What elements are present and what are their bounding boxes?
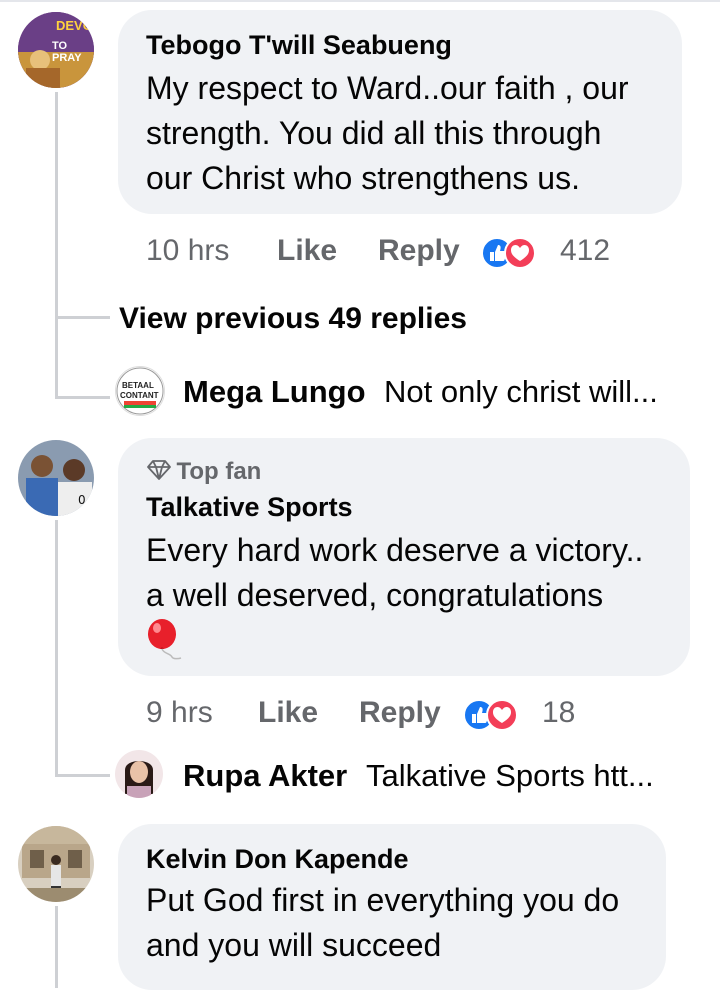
avatar-caption: BETAAL <box>122 381 154 390</box>
thread-branch <box>55 316 110 319</box>
comment-timestamp: 9 hrs <box>146 696 213 729</box>
comment-author[interactable]: Kelvin Don Kapende <box>146 844 409 875</box>
avatar[interactable] <box>18 826 94 902</box>
thread-branch <box>55 774 110 777</box>
view-previous-replies[interactable]: View previous 49 replies <box>119 302 467 336</box>
comment-text-line: Put God first in everything you do <box>146 882 620 918</box>
avatar-caption: DEVO <box>56 18 93 33</box>
reply-author[interactable]: Rupa Akter <box>183 758 347 794</box>
thread-line <box>55 92 58 399</box>
reply-avatar[interactable] <box>115 750 163 798</box>
like-button[interactable]: Like <box>258 696 318 730</box>
top-fan-label: Top fan <box>176 458 262 485</box>
comment-text-line: strength. You did all this through <box>146 115 602 151</box>
comment-author[interactable]: Talkative Sports <box>146 492 353 523</box>
comment-text-line: Every hard work deserve a victory.. <box>146 532 644 568</box>
reply-button[interactable]: Reply <box>378 234 460 268</box>
thread-branch <box>55 396 110 399</box>
avatar-image <box>18 826 94 902</box>
comment-text-line: our Christ who strengthens us. <box>146 160 580 196</box>
comment-timestamp: 10 hrs <box>146 234 230 267</box>
reply-preview[interactable]: Talkative Sports htt... <box>366 758 654 794</box>
avatar-caption: TO PRAY <box>52 40 82 64</box>
top-divider <box>0 0 720 2</box>
thread-line <box>55 906 58 988</box>
reaction-count[interactable]: 18 <box>542 696 575 730</box>
reply-preview[interactable]: Not only christ will... <box>384 374 658 410</box>
reactions-icon[interactable] <box>480 236 538 269</box>
comment-text: Every hard work deserve a victory.. a we… <box>146 528 643 618</box>
balloon-icon <box>146 618 186 667</box>
avatar-image <box>115 750 163 798</box>
comment-text: Put God first in everything you do and y… <box>146 878 619 968</box>
avatar-caption: CONTANT <box>120 391 159 400</box>
reply-avatar[interactable]: BETAAL CONTANT <box>115 366 165 416</box>
svg-text:0: 0 <box>78 493 86 507</box>
avatar-image: 0 <box>18 440 94 516</box>
avatar[interactable]: 0 <box>18 440 94 516</box>
comment-text: My respect to Ward..our faith , our stre… <box>146 66 629 201</box>
thread-line <box>55 520 58 777</box>
comment-text-line: My respect to Ward..our faith , our <box>146 70 629 106</box>
avatar[interactable]: DEVO TO PRAY <box>18 12 94 88</box>
comment-author[interactable]: Tebogo T'will Seabueng <box>146 30 452 61</box>
comment-text-line: a well deserved, congratulations <box>146 577 604 613</box>
reactions-icon[interactable] <box>462 698 520 731</box>
top-fan-badge[interactable]: Top fan <box>146 458 261 486</box>
reply-author[interactable]: Mega Lungo <box>183 374 366 410</box>
comment-text-line: and you will succeed <box>146 927 442 963</box>
reply-button[interactable]: Reply <box>359 696 441 730</box>
reaction-count[interactable]: 412 <box>560 234 610 268</box>
like-button[interactable]: Like <box>277 234 337 268</box>
diamond-icon <box>146 459 172 486</box>
